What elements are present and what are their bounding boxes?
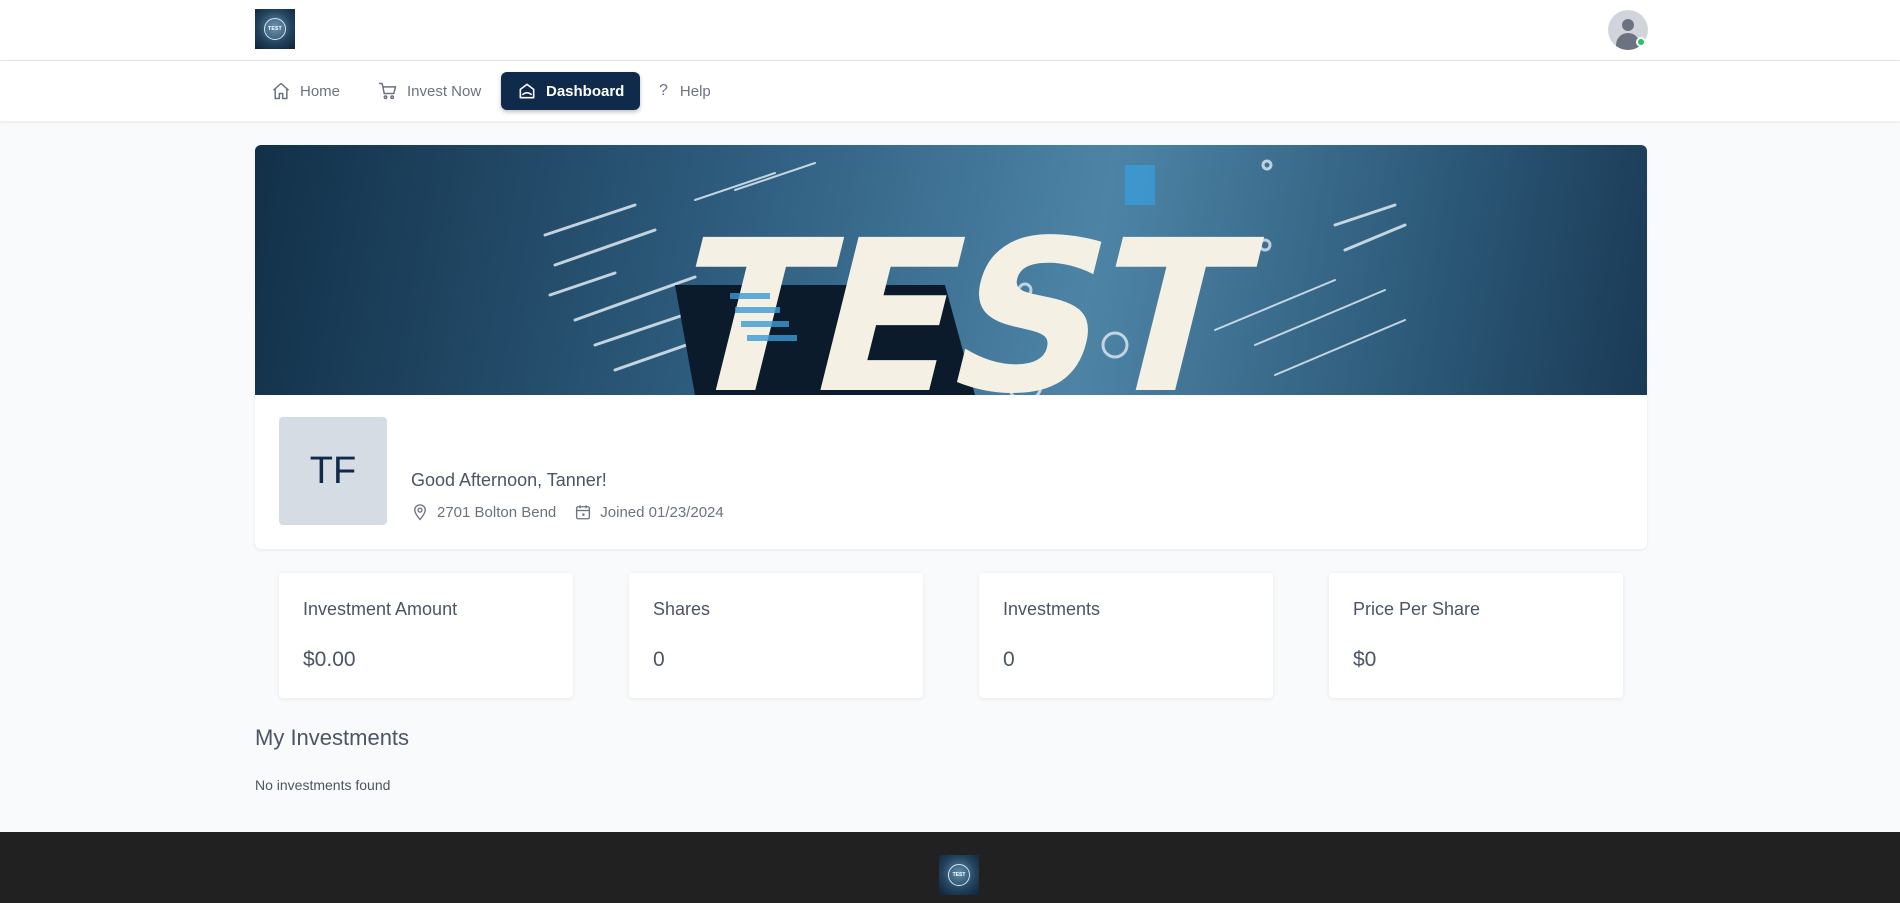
address-text: 2701 Bolton Bend [437, 503, 557, 521]
profile-banner: TEST [255, 145, 1647, 395]
profile-meta: 2701 Bolton Bend Joined 01/23/2024 [411, 503, 724, 521]
nav-label-dashboard: Dashboard [546, 82, 625, 100]
dashboard-icon [519, 83, 535, 99]
stat-value: 0 [653, 648, 665, 671]
stat-label: Shares [653, 599, 711, 619]
banner-artwork: TEST [543, 159, 1407, 395]
greeting-text: Good Afternoon, Tanner! [411, 470, 607, 490]
nav-label-help: Help [679, 82, 711, 100]
nav-item-home[interactable]: Home [255, 72, 356, 110]
nav-item-help[interactable]: ? Help [643, 72, 727, 110]
stat-card-investment-amount: Investment Amount $0.00 [279, 573, 573, 698]
stat-value: $0.00 [303, 648, 356, 671]
stat-value: $0 [1353, 648, 1377, 671]
nav-label-home: Home [300, 82, 341, 100]
online-status-dot [1636, 37, 1646, 47]
no-investments-message: No investments found [255, 777, 391, 793]
profile-card: TEST TF Good Afternoon, Tanner! 2701 Bol… [255, 145, 1647, 549]
stat-card-shares: Shares 0 [629, 573, 923, 698]
cart-icon [378, 82, 397, 100]
nav-item-invest-now[interactable]: Invest Now [362, 72, 497, 110]
user-initials-avatar: TF [279, 417, 387, 525]
stat-card-price-per-share: Price Per Share $0 [1329, 573, 1623, 698]
nav-label-invest-now: Invest Now [407, 82, 482, 100]
home-icon [273, 82, 289, 100]
joined-date-text: Joined 01/23/2024 [600, 503, 724, 521]
stat-label: Investments [1003, 599, 1101, 619]
site-logo[interactable]: TEST [255, 9, 295, 49]
nav-item-dashboard[interactable]: Dashboard [501, 72, 641, 110]
stat-label: Price Per Share [1353, 599, 1481, 619]
main-nav: Home Invest Now Dashboard ? Help [0, 61, 1900, 121]
page-footer: TEST [0, 832, 1900, 903]
question-icon: ? [659, 82, 668, 99]
stat-label: Investment Amount [303, 599, 458, 619]
calendar-icon [576, 505, 591, 520]
user-icon-head [1622, 19, 1634, 31]
footer-logo-text: TEST [952, 872, 966, 878]
top-header: TEST [0, 0, 1900, 61]
footer-logo[interactable]: TEST [939, 855, 979, 895]
my-investments-heading: My Investments [255, 725, 410, 750]
user-initials: TF [309, 449, 357, 492]
stat-card-investments: Investments 0 [979, 573, 1273, 698]
logo-text: TEST [268, 26, 282, 32]
globe-logo-icon: TEST [948, 864, 970, 886]
location-pin-icon [414, 504, 426, 521]
stat-value: 0 [1003, 648, 1015, 671]
globe-logo-icon: TEST [264, 18, 286, 40]
